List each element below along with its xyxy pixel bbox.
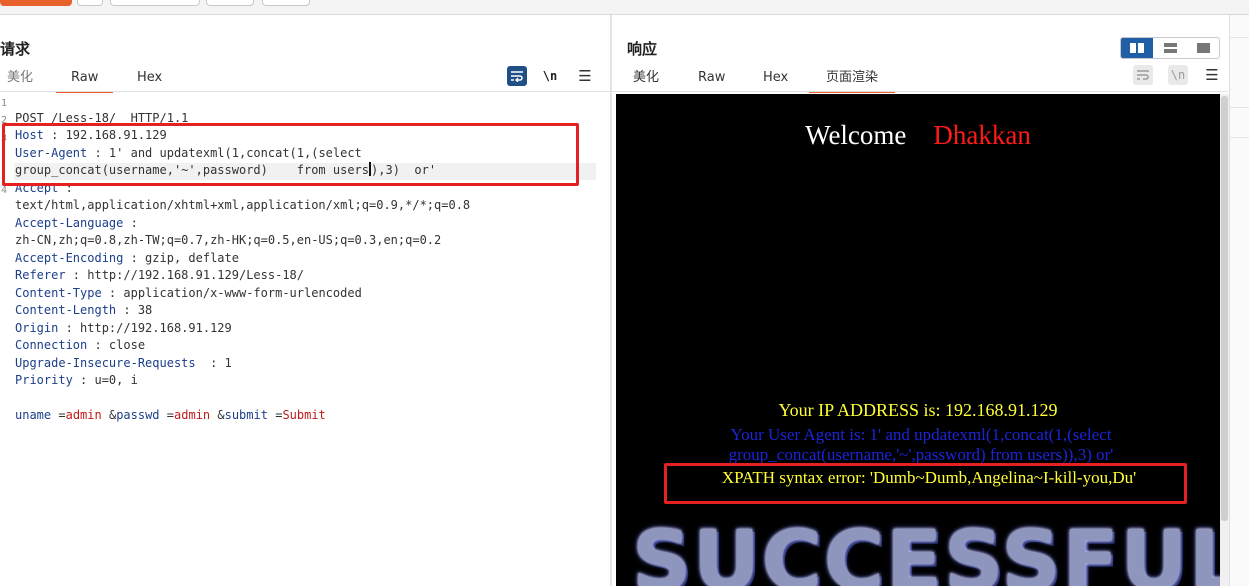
wrap-icon[interactable]: [507, 66, 527, 86]
render-scrollbar[interactable]: [1220, 94, 1229, 586]
top-toolbar: [0, 0, 1249, 15]
split-columns-icon[interactable]: [1121, 38, 1153, 58]
line-number: 4: [1, 185, 8, 196]
header-upgrade-insecure: Upgrade-Insecure-Requests : 1: [15, 356, 232, 370]
menu-icon[interactable]: ☰: [575, 66, 595, 86]
settings-button[interactable]: [77, 0, 103, 6]
welcome-heading: Welcome Dhakkan: [805, 120, 1031, 150]
header-referer: Referer : http://192.168.91.129/Less-18/: [15, 268, 304, 282]
tabs-divider: [612, 91, 1228, 92]
tabs-divider: [0, 91, 610, 92]
send-button[interactable]: [0, 0, 72, 6]
header-accept-encoding: Accept-Encoding : gzip, deflate: [15, 251, 239, 265]
request-body: uname =admin &passwd =admin &submit =Sub…: [15, 408, 326, 422]
highlight-box-user-agent: [2, 123, 579, 186]
successful-banner-image: SUCCESSFUL: [632, 514, 1220, 586]
header-content-length: Content-Length : 38: [15, 303, 153, 317]
tab-hex[interactable]: Hex: [763, 69, 788, 91]
forward-button[interactable]: [262, 0, 310, 6]
back-button[interactable]: [206, 0, 254, 6]
split-rows-icon[interactable]: [1154, 38, 1186, 58]
menu-icon[interactable]: ☰: [1202, 65, 1222, 85]
single-pane-icon[interactable]: [1187, 38, 1219, 58]
request-pane: 请求 美化 Raw Hex \n ☰ 1 2 3 4 POST /Less-18…: [0, 15, 610, 586]
scrollbar-thumb[interactable]: [1221, 96, 1228, 521]
ip-address-text: Your IP ADDRESS is: 192.168.91.129: [778, 400, 1058, 420]
user-agent-text: Your User Agent is: 1' and updatexml(1,c…: [728, 425, 1114, 464]
header-connection: Connection : close: [15, 338, 146, 352]
wrap-icon[interactable]: [1133, 65, 1153, 85]
tab-pretty[interactable]: 美化: [633, 69, 659, 91]
header-origin: Origin : http://192.168.91.129: [15, 321, 232, 335]
header-accept-language-value: zh-CN,zh;q=0.8,zh-TW;q=0.7,zh-HK;q=0.5,e…: [15, 233, 442, 247]
response-title: 响应: [627, 40, 658, 58]
header-accept-language: Accept-Language :: [15, 216, 138, 230]
tab-pretty[interactable]: 美化: [7, 69, 33, 91]
tab-hex[interactable]: Hex: [137, 69, 162, 91]
newline-toggle[interactable]: \n: [1168, 65, 1188, 85]
rendered-page: Welcome Dhakkan Your IP ADDRESS is: 192.…: [616, 94, 1220, 586]
header-priority: Priority : u=0, i: [15, 373, 138, 387]
tab-raw[interactable]: Raw: [56, 69, 114, 93]
view-mode-toggle: [1120, 37, 1220, 59]
newline-toggle[interactable]: \n: [540, 66, 560, 86]
header-accept-value: text/html,application/xhtml+xml,applicat…: [15, 198, 471, 212]
request-title: 请求: [0, 40, 31, 58]
tab-raw[interactable]: Raw: [698, 69, 725, 91]
highlight-box-xpath-error: [664, 463, 1187, 504]
tab-render[interactable]: 页面渲染: [809, 69, 896, 93]
side-panel-strip: [1229, 15, 1249, 586]
cancel-button[interactable]: [110, 0, 200, 6]
line-number: 1: [1, 98, 8, 109]
header-content-type: Content-Type : application/x-www-form-ur…: [15, 286, 362, 300]
